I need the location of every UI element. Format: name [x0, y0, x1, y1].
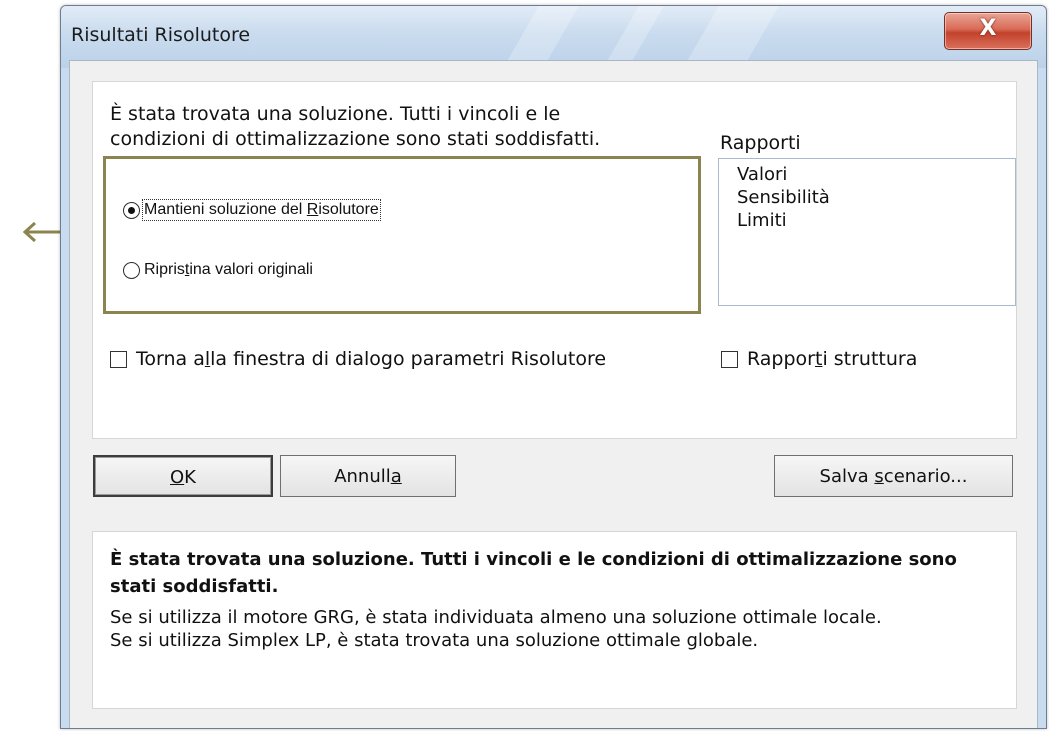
keep-solution-option[interactable]: Mantieni soluzione del Risolutore — [123, 199, 381, 221]
report-item-sensitivity[interactable]: Sensibilità — [719, 186, 1015, 209]
help-text: Se si utilizza il motore GRG, è stata in… — [110, 606, 882, 652]
restore-values-option[interactable]: Ripristina valori originali — [123, 261, 313, 279]
return-to-dialog-option[interactable]: Torna alla finestra di dialogo parametri… — [110, 348, 606, 370]
results-panel: È stata trovata una soluzione. Tutti i v… — [92, 81, 1017, 439]
help-line: Se si utilizza Simplex LP, è stata trova… — [110, 630, 759, 651]
report-item-values[interactable]: Valori — [719, 163, 1015, 186]
cancel-button[interactable]: Annulla — [280, 455, 456, 497]
window-title: Risultati Risolutore — [71, 24, 251, 46]
checkbox[interactable] — [110, 350, 127, 368]
result-message-line: condizioni di ottimalizzazione sono stat… — [110, 128, 601, 150]
ok-button[interactable]: OK — [93, 455, 273, 497]
report-item-limits[interactable]: Limiti — [719, 209, 1015, 232]
restore-values-label: Ripristina valori originali — [144, 261, 313, 278]
dialog-body: È stata trovata una soluzione. Tutti i v… — [69, 60, 1038, 728]
close-button[interactable]: X — [944, 12, 1032, 50]
solution-options-highlight: Mantieni soluzione del Risolutore Ripris… — [103, 156, 701, 314]
help-title: È stata trovata una soluzione. Tutti i v… — [110, 549, 957, 597]
keep-solution-label: Mantieni soluzione del Risolutore — [142, 199, 381, 221]
close-icon: X — [979, 16, 997, 41]
help-panel: È stata trovata una soluzione. Tutti i v… — [92, 531, 1017, 709]
title-bar: Risultati Risolutore X — [61, 6, 1046, 68]
result-message: È stata trovata una soluzione. Tutti i v… — [110, 102, 600, 152]
checkbox[interactable] — [721, 350, 738, 368]
radio-button-checked[interactable] — [123, 201, 140, 219]
save-scenario-button[interactable]: Salva scenario... — [774, 455, 1013, 497]
help-line: Se si utilizza il motore GRG, è stata in… — [110, 607, 882, 628]
outline-reports-option[interactable]: Rapporti struttura — [721, 348, 917, 370]
reports-listbox[interactable]: Valori Sensibilità Limiti — [718, 158, 1016, 306]
radio-button[interactable] — [123, 261, 140, 279]
return-to-dialog-label: Torna alla finestra di dialogo parametri… — [136, 348, 607, 370]
annotation-arrow-icon — [22, 221, 63, 243]
reports-label: Rapporti — [720, 132, 801, 154]
outline-reports-label: Rapporti struttura — [747, 348, 918, 370]
solver-results-dialog: Risultati Risolutore X È stata trovata u… — [60, 5, 1047, 729]
result-message-line: È stata trovata una soluzione. Tutti i v… — [110, 103, 561, 125]
